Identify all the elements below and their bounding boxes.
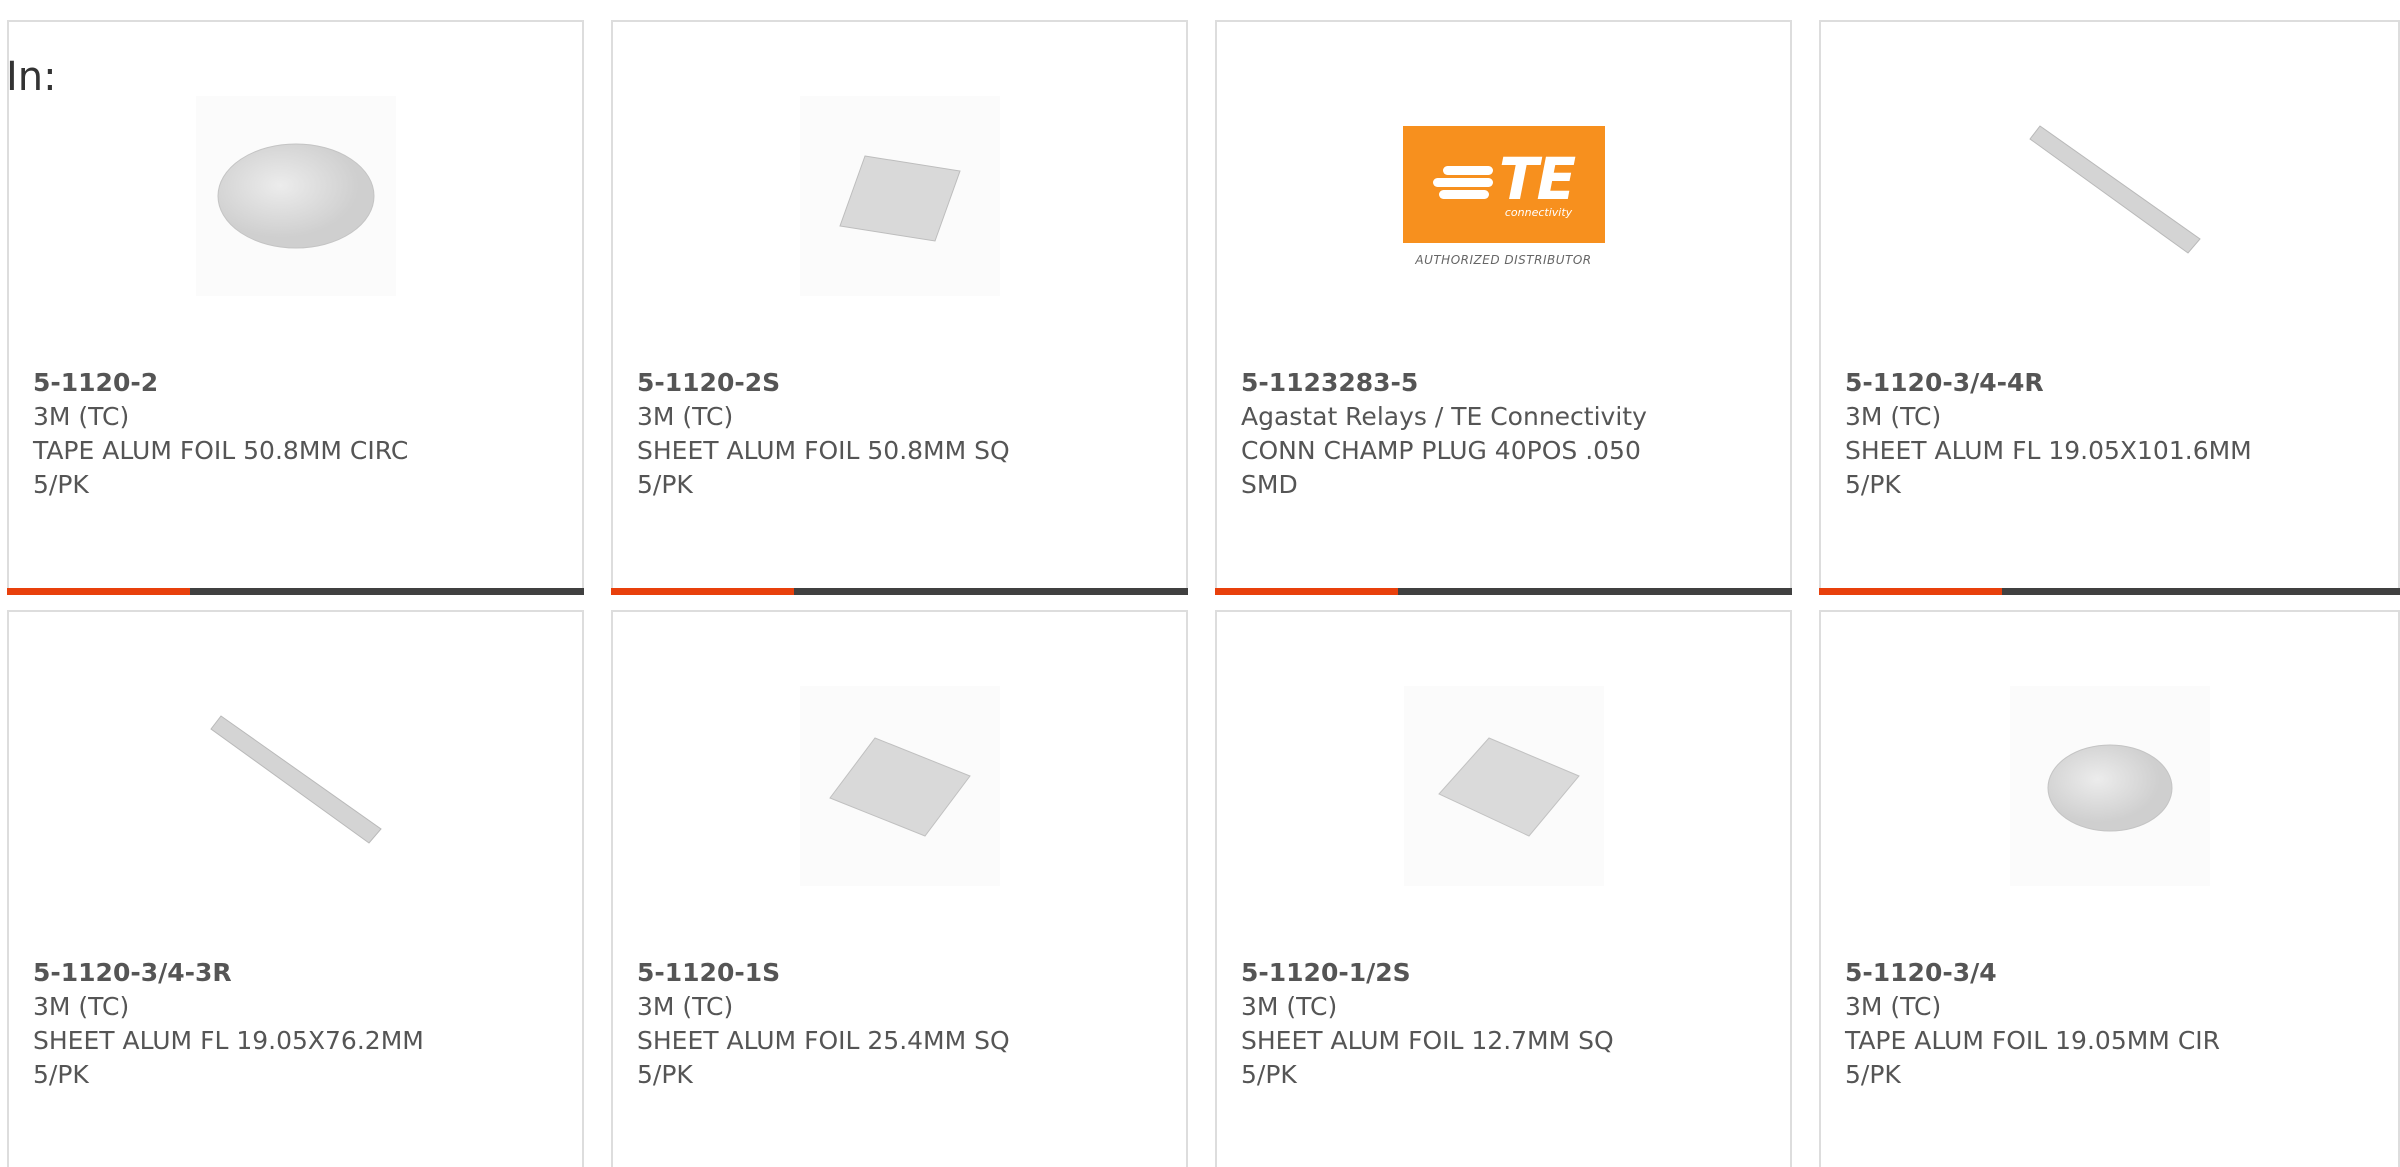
te-logo-text: TE [1498, 144, 1576, 213]
product-image[interactable] [195, 686, 396, 886]
circle-foil-icon [217, 143, 374, 249]
description: SHEET ALUM FOIL 50.8MM SQ [637, 436, 1010, 465]
manufacturer: Agastat Relays / TE Connectivity [1241, 402, 1647, 431]
manufacturer: 3M (TC) [1845, 992, 1942, 1021]
description: SHEET ALUM FL 19.05X101.6MM [1845, 436, 2252, 465]
square-foil-icon [828, 737, 971, 837]
part-number-link[interactable]: 5-1120-3/4-4R [1845, 366, 2378, 400]
card-accent-bar [611, 588, 794, 595]
card-bottom-bar [1819, 588, 2400, 595]
packaging: 5/PK [637, 1060, 693, 1089]
manufacturer: 3M (TC) [637, 992, 734, 1021]
product-image[interactable] [799, 686, 1000, 886]
filter-label: In: [6, 54, 57, 100]
product-card[interactable]: 5-1120-1S 3M (TC) SHEET ALUM FOIL 25.4MM… [611, 610, 1188, 1167]
te-logo-box: TE connectivity [1402, 125, 1605, 243]
card-bottom-bar [611, 588, 1188, 595]
card-accent-bar [1215, 588, 1398, 595]
product-card[interactable]: 5-1120-2S 3M (TC) SHEET ALUM FOIL 50.8MM… [611, 20, 1188, 595]
description: CONN CHAMP PLUG 40POS .050 [1241, 436, 1641, 465]
card-accent-bar [7, 588, 190, 595]
product-card[interactable]: 5-1120-2 3M (TC) TAPE ALUM FOIL 50.8MM C… [7, 20, 584, 595]
product-card[interactable]: 5-1120-1/2S 3M (TC) SHEET ALUM FOIL 12.7… [1215, 610, 1792, 1167]
square-foil-icon [1437, 737, 1580, 837]
manufacturer: 3M (TC) [33, 992, 130, 1021]
packaging: 5/PK [1241, 1060, 1297, 1089]
product-image[interactable] [1403, 686, 1604, 886]
square-foil-icon [838, 155, 961, 242]
circle-foil-icon [2047, 744, 2172, 832]
product-grid: In: 5-1120-2 3M (TC) TAPE ALUM FOIL 50.8… [0, 0, 2400, 1167]
description: TAPE ALUM FOIL 50.8MM CIRC [33, 436, 409, 465]
strip-foil-icon [209, 715, 382, 844]
part-number-link[interactable]: 5-1120-1/2S [1241, 956, 1770, 990]
part-number-link[interactable]: 5-1120-1S [637, 956, 1166, 990]
description: SHEET ALUM FOIL 12.7MM SQ [1241, 1026, 1614, 1055]
packaging: 5/PK [33, 1060, 89, 1089]
part-number-link[interactable]: 5-1120-3/4-3R [33, 956, 562, 990]
product-card[interactable]: 5-1120-3/4 3M (TC) TAPE ALUM FOIL 19.05M… [1819, 610, 2400, 1167]
product-image[interactable]: TE connectivity AUTHORIZED DISTRIBUTOR [1402, 96, 1605, 296]
te-lines-icon [1432, 162, 1493, 202]
part-number-link[interactable]: 5-1123283-5 [1241, 366, 1770, 400]
te-logo: TE connectivity AUTHORIZED DISTRIBUTOR [1402, 125, 1605, 267]
packaging: 5/PK [1845, 1060, 1901, 1089]
product-image[interactable] [799, 96, 1000, 296]
part-number-link[interactable]: 5-1120-3/4 [1845, 956, 2378, 990]
product-image[interactable] [195, 96, 396, 296]
manufacturer: 3M (TC) [637, 402, 734, 431]
description: SHEET ALUM FOIL 25.4MM SQ [637, 1026, 1010, 1055]
product-card[interactable]: 5-1120-3/4-3R 3M (TC) SHEET ALUM FL 19.0… [7, 610, 584, 1167]
te-authorized-text: AUTHORIZED DISTRIBUTOR [1415, 252, 1592, 267]
packaging: SMD [1241, 470, 1298, 499]
product-image[interactable] [2009, 96, 2210, 296]
strip-foil-icon [2028, 125, 2201, 254]
card-bottom-bar [7, 588, 584, 595]
packaging: 5/PK [637, 470, 693, 499]
part-number-link[interactable]: 5-1120-2 [33, 366, 562, 400]
part-number-link[interactable]: 5-1120-2S [637, 366, 1166, 400]
manufacturer: 3M (TC) [1241, 992, 1338, 1021]
card-accent-bar [1819, 588, 2002, 595]
description: SHEET ALUM FL 19.05X76.2MM [33, 1026, 424, 1055]
product-card[interactable]: 5-1120-3/4-4R 3M (TC) SHEET ALUM FL 19.0… [1819, 20, 2400, 595]
packaging: 5/PK [1845, 470, 1901, 499]
packaging: 5/PK [33, 470, 89, 499]
product-card[interactable]: TE connectivity AUTHORIZED DISTRIBUTOR 5… [1215, 20, 1792, 595]
card-bottom-bar [1215, 588, 1792, 595]
manufacturer: 3M (TC) [33, 402, 130, 431]
manufacturer: 3M (TC) [1845, 402, 1942, 431]
product-image[interactable] [2009, 686, 2210, 886]
description: TAPE ALUM FOIL 19.05MM CIR [1845, 1026, 2221, 1055]
te-logo-sub: connectivity [1504, 205, 1573, 219]
